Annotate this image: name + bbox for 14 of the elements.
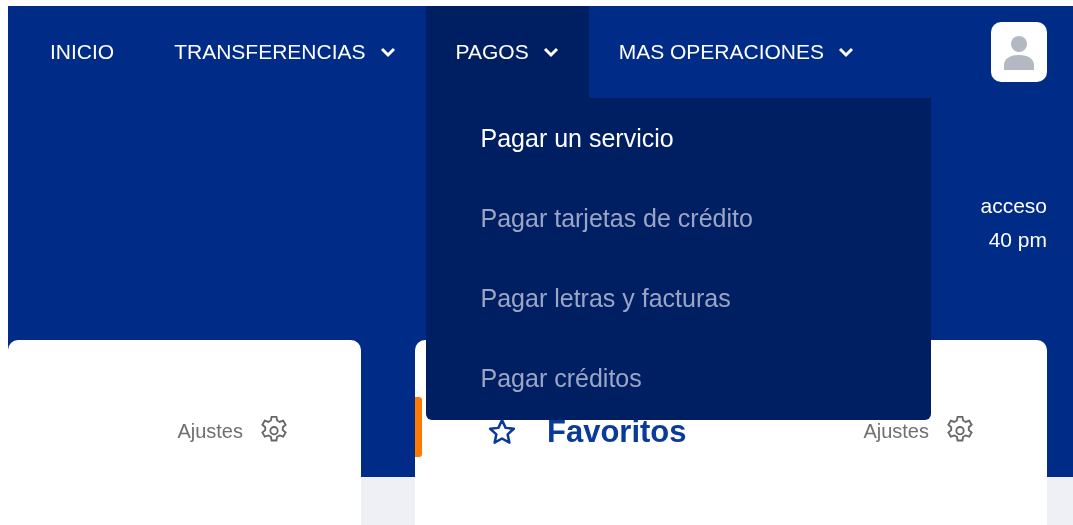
- menu-item[interactable]: Pagar letras y facturas: [425, 258, 931, 338]
- star-icon[interactable]: [487, 417, 517, 447]
- nav-item[interactable]: PAGOS: [425, 6, 589, 98]
- settings-link[interactable]: Ajustes: [177, 414, 291, 448]
- last-access-text: acceso: [980, 194, 1047, 218]
- nav-item[interactable]: MAS OPERACIONES: [588, 6, 885, 98]
- nav-item[interactable]: INICIO: [20, 6, 145, 98]
- last-access-text: 40 pm: [988, 228, 1047, 252]
- menu-item[interactable]: Pagar tarjetas de crédito: [425, 178, 931, 258]
- menu-item[interactable]: Pagar un servicio: [425, 98, 931, 178]
- avatar-button[interactable]: [991, 22, 1047, 82]
- nav-item[interactable]: TRANSFERENCIAS: [144, 6, 426, 98]
- user-icon: [1004, 34, 1034, 70]
- accent-bar: [415, 397, 422, 457]
